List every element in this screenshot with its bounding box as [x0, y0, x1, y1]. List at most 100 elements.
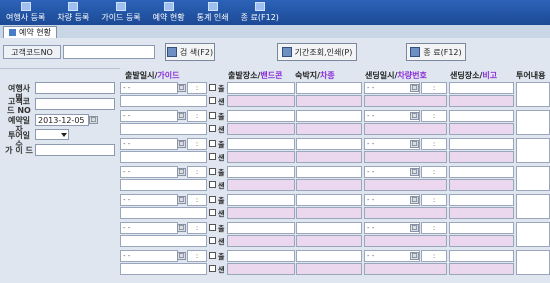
- guide-cell[interactable]: [120, 235, 207, 247]
- sending-place-cell[interactable]: [449, 194, 514, 206]
- calendar-icon[interactable]: □: [177, 140, 186, 148]
- calendar-icon[interactable]: □: [177, 168, 186, 176]
- lodging-cell[interactable]: [296, 82, 362, 94]
- departure-date-input[interactable]: - -: [120, 222, 178, 234]
- calendar-icon[interactable]: □: [410, 252, 419, 260]
- departure-place-cell[interactable]: [227, 82, 295, 94]
- lodging-cell[interactable]: [296, 138, 362, 150]
- guide-cell[interactable]: [120, 151, 207, 163]
- departure-date-input[interactable]: - -: [120, 194, 178, 206]
- lodging-cell[interactable]: [296, 250, 362, 262]
- vehicle-type-cell[interactable]: [296, 207, 362, 219]
- note-cell[interactable]: [449, 263, 514, 275]
- departure-place-cell[interactable]: [227, 138, 295, 150]
- departure-time-input[interactable]: :: [187, 82, 207, 94]
- toolbar-print-statistics-button[interactable]: 통계 인쇄: [191, 0, 235, 25]
- note-cell[interactable]: [449, 95, 514, 107]
- departure-time-input[interactable]: :: [187, 166, 207, 178]
- vehicle-type-cell[interactable]: [296, 235, 362, 247]
- sending-place-cell[interactable]: [449, 110, 514, 122]
- calendar-icon[interactable]: □: [177, 84, 186, 92]
- calendar-icon[interactable]: □: [410, 224, 419, 232]
- tour-content-cell[interactable]: [516, 166, 550, 191]
- sending-time-input[interactable]: :: [421, 82, 447, 94]
- sending-time-input[interactable]: :: [421, 166, 447, 178]
- send-checkbox[interactable]: [209, 125, 216, 132]
- sending-time-input[interactable]: :: [421, 250, 447, 262]
- vehicle-number-cell[interactable]: [364, 123, 447, 135]
- sending-time-input[interactable]: :: [421, 194, 447, 206]
- vehicle-type-cell[interactable]: [296, 263, 362, 275]
- departure-time-input[interactable]: :: [187, 222, 207, 234]
- note-cell[interactable]: [449, 123, 514, 135]
- vehicle-number-cell[interactable]: [364, 207, 447, 219]
- calendar-icon[interactable]: □: [410, 112, 419, 120]
- calendar-icon[interactable]: □: [177, 112, 186, 120]
- note-cell[interactable]: [449, 151, 514, 163]
- vehicle-type-cell[interactable]: [296, 179, 362, 191]
- tour-content-cell[interactable]: [516, 194, 550, 219]
- tour-content-cell[interactable]: [516, 250, 550, 275]
- departure-time-input[interactable]: :: [187, 138, 207, 150]
- guide-cell[interactable]: [120, 263, 207, 275]
- calendar-icon[interactable]: □: [177, 224, 186, 232]
- guide-cell[interactable]: [120, 207, 207, 219]
- departure-date-input[interactable]: - -: [120, 166, 178, 178]
- band-cell[interactable]: [227, 179, 295, 191]
- sending-place-cell[interactable]: [449, 250, 514, 262]
- depart-checkbox[interactable]: [209, 112, 216, 119]
- calendar-icon[interactable]: □: [410, 196, 419, 204]
- band-cell[interactable]: [227, 151, 295, 163]
- tour-count-select[interactable]: [35, 129, 69, 140]
- vehicle-number-cell[interactable]: [364, 235, 447, 247]
- sending-time-input[interactable]: :: [421, 222, 447, 234]
- departure-place-cell[interactable]: [227, 222, 295, 234]
- guide-input[interactable]: [35, 144, 115, 156]
- calendar-icon[interactable]: □: [410, 140, 419, 148]
- calendar-icon[interactable]: □: [177, 196, 186, 204]
- send-checkbox[interactable]: [209, 181, 216, 188]
- lodging-cell[interactable]: [296, 166, 362, 178]
- departure-date-input[interactable]: - -: [120, 250, 178, 262]
- departure-place-cell[interactable]: [227, 194, 295, 206]
- band-cell[interactable]: [227, 207, 295, 219]
- send-checkbox[interactable]: [209, 209, 216, 216]
- vehicle-number-cell[interactable]: [364, 95, 447, 107]
- band-cell[interactable]: [227, 235, 295, 247]
- sending-time-input[interactable]: :: [421, 110, 447, 122]
- band-cell[interactable]: [227, 263, 295, 275]
- tour-content-cell[interactable]: [516, 110, 550, 135]
- departure-place-cell[interactable]: [227, 166, 295, 178]
- lodging-cell[interactable]: [296, 110, 362, 122]
- exit-button[interactable]: 종 료(F12): [406, 43, 466, 61]
- send-checkbox[interactable]: [209, 265, 216, 272]
- lodging-cell[interactable]: [296, 222, 362, 234]
- departure-date-input[interactable]: - -: [120, 110, 178, 122]
- depart-checkbox[interactable]: [209, 84, 216, 91]
- tour-content-cell[interactable]: [516, 138, 550, 163]
- band-cell[interactable]: [227, 95, 295, 107]
- note-cell[interactable]: [449, 235, 514, 247]
- toolbar-register-vehicle-button[interactable]: 차량 등록: [51, 0, 95, 25]
- depart-checkbox[interactable]: [209, 252, 216, 259]
- toolbar-exit-button[interactable]: 종 료(F12): [235, 0, 285, 25]
- depart-checkbox[interactable]: [209, 168, 216, 175]
- vehicle-type-cell[interactable]: [296, 123, 362, 135]
- send-checkbox[interactable]: [209, 97, 216, 104]
- vehicle-number-cell[interactable]: [364, 179, 447, 191]
- toolbar-register-agency-button[interactable]: 여행사 등록: [0, 0, 51, 25]
- vehicle-number-cell[interactable]: [364, 151, 447, 163]
- departure-place-cell[interactable]: [227, 250, 295, 262]
- depart-checkbox[interactable]: [209, 224, 216, 231]
- departure-time-input[interactable]: :: [187, 110, 207, 122]
- calendar-icon[interactable]: □: [410, 84, 419, 92]
- depart-checkbox[interactable]: [209, 140, 216, 147]
- note-cell[interactable]: [449, 179, 514, 191]
- vehicle-type-cell[interactable]: [296, 95, 362, 107]
- calendar-icon[interactable]: □: [89, 116, 98, 124]
- guide-cell[interactable]: [120, 179, 207, 191]
- departure-time-input[interactable]: :: [187, 194, 207, 206]
- departure-date-input[interactable]: - -: [120, 82, 178, 94]
- sending-place-cell[interactable]: [449, 222, 514, 234]
- depart-checkbox[interactable]: [209, 196, 216, 203]
